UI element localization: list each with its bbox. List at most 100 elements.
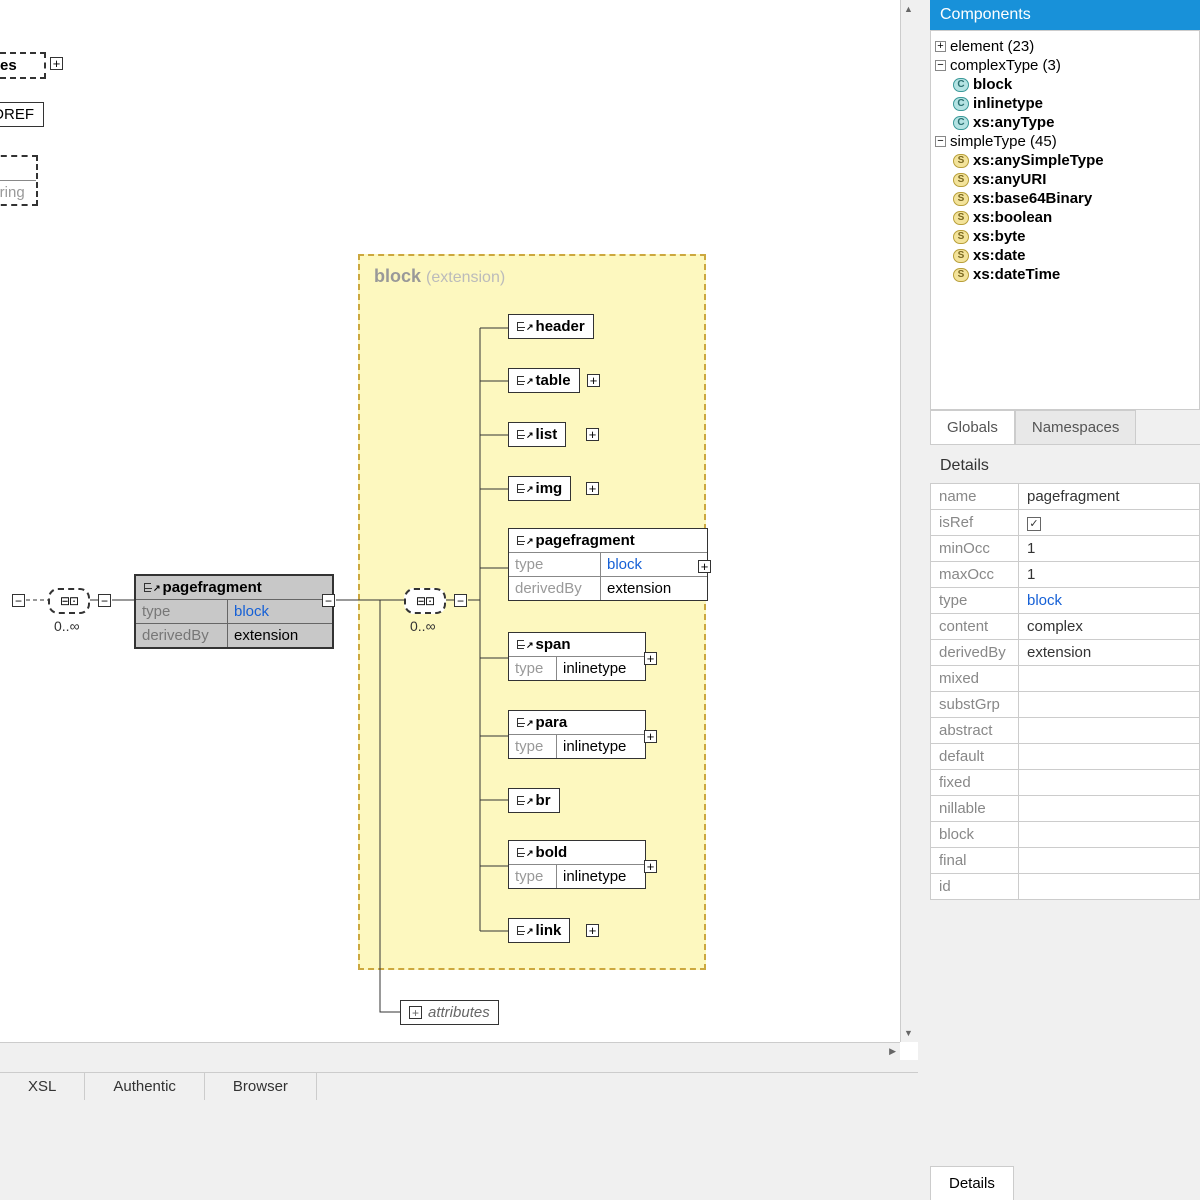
expand-icon[interactable]: + [586, 482, 599, 495]
expand-icon[interactable]: + [409, 1006, 422, 1019]
expand-icon[interactable]: + [698, 560, 711, 573]
choice-icon: ⊟⊡ [416, 594, 434, 608]
tab-xsl[interactable]: XSL [0, 1073, 85, 1100]
node-para[interactable]: ↗para typeinlinetype [508, 710, 646, 759]
node-fragment-e[interactable]: e string [0, 155, 38, 206]
cardinality-label: 0..∞ [54, 618, 80, 634]
choice-connector[interactable]: ⊟⊡ [404, 588, 446, 614]
complex-type-icon: C [953, 78, 969, 92]
details-row[interactable]: typeblock [931, 588, 1200, 614]
details-row[interactable]: abstract [931, 718, 1200, 744]
node-pagefragment-selected[interactable]: ↗pagefragment typeblock derivedByextensi… [134, 574, 334, 649]
tab-globals[interactable]: Globals [930, 410, 1015, 444]
collapse-icon[interactable]: − [12, 594, 25, 607]
node-type: string [0, 181, 31, 204]
expand-icon[interactable]: + [50, 57, 63, 70]
tree-item[interactable]: Cinlinetype [935, 94, 1195, 113]
node-header[interactable]: ↗header [508, 314, 594, 339]
collapse-icon[interactable]: − [935, 136, 946, 147]
collapse-icon[interactable]: − [454, 594, 467, 607]
details-row[interactable]: fixed [931, 770, 1200, 796]
expand-icon[interactable]: + [644, 730, 657, 743]
node-label: pagefragment [163, 579, 262, 596]
tab-authentic[interactable]: Authentic [85, 1073, 205, 1100]
tree-item[interactable]: Cblock [935, 75, 1195, 94]
simple-type-icon: S [953, 154, 969, 168]
details-table: namepagefragmentisRef✓minOcc1maxOcc1type… [930, 483, 1200, 900]
tree-item[interactable]: Cxs:anyType [935, 113, 1195, 132]
node-img[interactable]: ↗img [508, 476, 571, 501]
view-tabs: XSL Authentic Browser [0, 1072, 918, 1100]
collapse-icon[interactable]: − [98, 594, 111, 607]
checkbox-icon[interactable]: ✓ [1027, 517, 1041, 531]
tree-item-element[interactable]: +element (23) [935, 37, 1195, 56]
details-row[interactable]: default [931, 744, 1200, 770]
complex-type-icon: C [953, 97, 969, 111]
node-table[interactable]: ↗table [508, 368, 580, 393]
node-fragment-idref[interactable]: IDREF [0, 102, 44, 127]
choice-connector[interactable]: ⊟⊡ [48, 588, 90, 614]
components-panel-header: Components [930, 0, 1200, 30]
tree-item-complextype[interactable]: −complexType (3) [935, 56, 1195, 75]
details-tabs: Details [930, 1166, 1200, 1200]
details-row[interactable]: final [931, 848, 1200, 874]
choice-icon: ⊟⊡ [60, 594, 78, 608]
details-panel-header: Details [930, 445, 1200, 483]
details-row[interactable]: mixed [931, 666, 1200, 692]
simple-type-icon: S [953, 211, 969, 225]
tree-item[interactable]: Sxs:anyURI [935, 170, 1195, 189]
tree-item-simpletype[interactable]: −simpleType (45) [935, 132, 1195, 151]
details-row[interactable]: isRef✓ [931, 510, 1200, 536]
node-link[interactable]: ↗link [508, 918, 570, 943]
node-bold[interactable]: ↗bold typeinlinetype [508, 840, 646, 889]
details-row[interactable]: substGrp [931, 692, 1200, 718]
node-span[interactable]: ↗span typeinlinetype [508, 632, 646, 681]
collapse-icon[interactable]: − [322, 594, 335, 607]
cardinality-label: 0..∞ [410, 618, 436, 634]
simple-type-icon: S [953, 268, 969, 282]
expand-icon[interactable]: + [644, 860, 657, 873]
simple-type-icon: S [953, 192, 969, 206]
attributes-box[interactable]: + attributes [400, 1000, 499, 1025]
node-br[interactable]: ↗br [508, 788, 560, 813]
tree-item[interactable]: Sxs:boolean [935, 208, 1195, 227]
complex-type-icon: C [953, 116, 969, 130]
details-row[interactable]: minOcc1 [931, 536, 1200, 562]
sidebar: Components +element (23) −complexType (3… [930, 0, 1200, 1200]
details-row[interactable]: id [931, 874, 1200, 900]
components-tree[interactable]: +element (23) −complexType (3) Cblock Ci… [930, 30, 1200, 410]
tree-item[interactable]: Sxs:anySimpleType [935, 151, 1195, 170]
details-row[interactable]: nillable [931, 796, 1200, 822]
vertical-scrollbar[interactable] [900, 0, 918, 1042]
details-row[interactable]: block [931, 822, 1200, 848]
horizontal-scrollbar[interactable] [0, 1042, 900, 1060]
expand-icon[interactable]: + [644, 652, 657, 665]
simple-type-icon: S [953, 230, 969, 244]
block-title: block (extension) [360, 256, 704, 297]
tree-item[interactable]: Sxs:date [935, 246, 1195, 265]
details-row[interactable]: derivedByextension [931, 640, 1200, 666]
expand-icon[interactable]: + [586, 924, 599, 937]
tree-item[interactable]: Sxs:dateTime [935, 265, 1195, 284]
node-pagefragment-child[interactable]: ↗pagefragment typeblock derivedByextensi… [508, 528, 708, 601]
node-label: ries [0, 57, 17, 74]
details-row[interactable]: namepagefragment [931, 484, 1200, 510]
expand-icon[interactable]: + [586, 428, 599, 441]
tree-item[interactable]: Sxs:byte [935, 227, 1195, 246]
collapse-icon[interactable]: − [935, 60, 946, 71]
node-fragment-top[interactable]: ries [0, 52, 46, 79]
components-tabs: Globals Namespaces [930, 410, 1200, 445]
simple-type-icon: S [953, 173, 969, 187]
tab-namespaces[interactable]: Namespaces [1015, 410, 1137, 444]
schema-diagram-canvas[interactable]: ries + IDREF e string − ⊟⊡ 0..∞ − ↗pagef… [0, 0, 918, 1060]
details-row[interactable]: contentcomplex [931, 614, 1200, 640]
tab-details[interactable]: Details [930, 1166, 1014, 1200]
expand-icon[interactable]: + [587, 374, 600, 387]
node-label: IDREF [0, 106, 34, 123]
details-row[interactable]: maxOcc1 [931, 562, 1200, 588]
tree-item[interactable]: Sxs:base64Binary [935, 189, 1195, 208]
simple-type-icon: S [953, 249, 969, 263]
expand-icon[interactable]: + [935, 41, 946, 52]
tab-browser[interactable]: Browser [205, 1073, 317, 1100]
node-list[interactable]: ↗list [508, 422, 566, 447]
